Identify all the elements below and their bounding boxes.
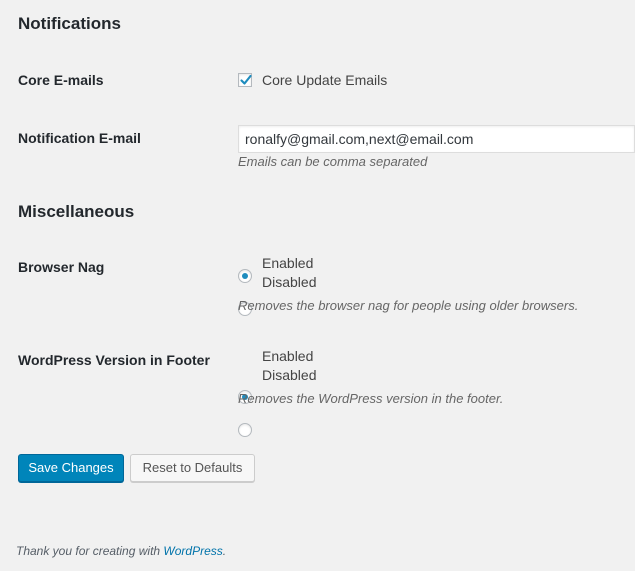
notification-email-label: Notification E-mail: [18, 130, 141, 146]
footer-thankyou: Thank you for creating with WordPress.: [16, 544, 226, 558]
version-footer-disabled-label[interactable]: Disabled: [262, 367, 316, 383]
wordpress-link[interactable]: WordPress: [163, 544, 222, 558]
version-footer-description: Removes the WordPress version in the foo…: [238, 391, 504, 406]
footer-text: Thank you for creating with: [16, 544, 164, 558]
notification-email-input[interactable]: [238, 125, 635, 153]
core-update-emails-checkbox[interactable]: [238, 73, 252, 87]
version-footer-enabled-label[interactable]: Enabled: [262, 348, 313, 364]
browser-nag-disabled-label[interactable]: Disabled: [262, 274, 316, 290]
browser-nag-description: Removes the browser nag for people using…: [238, 298, 579, 313]
footer-suffix: .: [222, 544, 227, 558]
notification-email-description: Emails can be comma separated: [238, 154, 428, 169]
core-emails-label: Core E-mails: [18, 72, 104, 88]
save-changes-button[interactable]: Save Changes: [18, 454, 124, 482]
section-title-miscellaneous: Miscellaneous: [18, 202, 135, 221]
section-title-notifications: Notifications: [18, 14, 121, 33]
version-footer-disabled-radio[interactable]: [238, 423, 252, 437]
checkmark-icon: [240, 74, 252, 85]
browser-nag-enabled-label[interactable]: Enabled: [262, 255, 313, 271]
browser-nag-label: Browser Nag: [18, 259, 105, 275]
reset-to-defaults-button[interactable]: Reset to Defaults: [130, 454, 255, 482]
core-update-emails-label[interactable]: Core Update Emails: [262, 72, 387, 88]
browser-nag-enabled-radio[interactable]: [238, 269, 252, 283]
version-footer-label: WordPress Version in Footer: [18, 352, 210, 368]
